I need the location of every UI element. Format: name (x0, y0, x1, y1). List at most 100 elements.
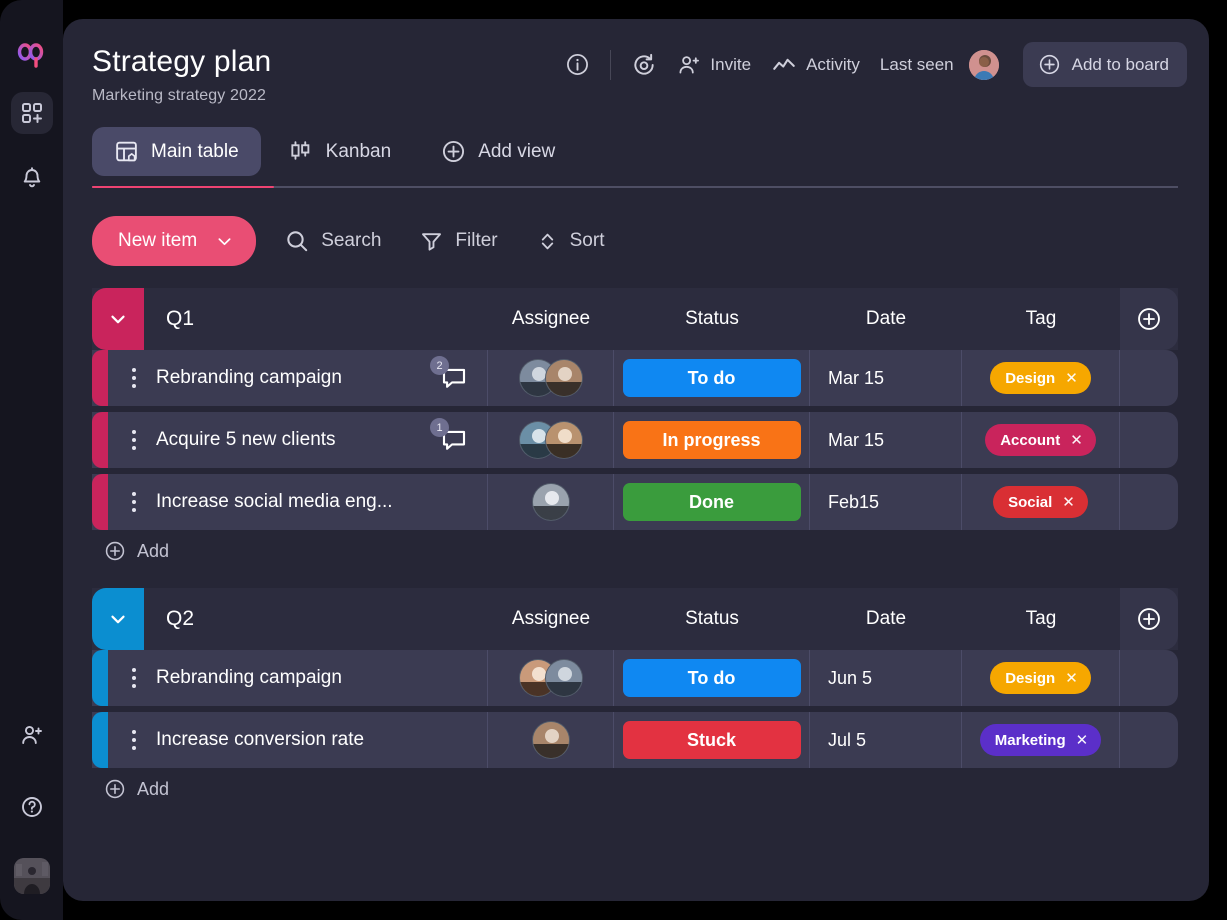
last-seen[interactable]: Last seen (870, 44, 1009, 86)
status-badge[interactable]: Done (623, 483, 801, 521)
assignee-cell[interactable] (488, 712, 614, 768)
status-cell[interactable]: In progress (614, 412, 810, 468)
status-badge[interactable]: To do (623, 359, 801, 397)
sidebar-item-help[interactable] (11, 786, 53, 828)
row-menu-icon[interactable] (126, 430, 142, 450)
row-extra-cell[interactable] (1120, 650, 1178, 706)
column-header-tag[interactable]: Tag (962, 608, 1120, 630)
activity-log-button[interactable] (621, 46, 667, 84)
avatar[interactable] (545, 421, 583, 459)
tag-badge[interactable]: Marketing ✕ (980, 724, 1101, 756)
row-menu-icon[interactable] (126, 368, 142, 388)
add-column-button[interactable] (1120, 288, 1178, 350)
date-cell[interactable]: Jul 5 (810, 712, 962, 768)
remove-tag-icon[interactable]: ✕ (1070, 431, 1083, 449)
tag-cell[interactable]: Account ✕ (962, 412, 1120, 468)
column-header-assignee[interactable]: Assignee (488, 608, 614, 630)
assignee-cell[interactable] (488, 350, 614, 406)
group-collapse-button[interactable] (92, 588, 144, 650)
table-row[interactable]: Rebranding campaign 2 To do Mar 15 (92, 350, 1178, 406)
user-avatar[interactable] (14, 858, 50, 894)
table-row[interactable]: Acquire 5 new clients 1 In progress Mar … (92, 412, 1178, 468)
column-header-date[interactable]: Date (810, 608, 962, 630)
row-extra-cell[interactable] (1120, 474, 1178, 530)
table-row[interactable]: Rebranding campaign To do Jun 5 Design ✕ (92, 650, 1178, 706)
row-name-cell[interactable]: Rebranding campaign (108, 650, 488, 706)
tag-cell[interactable]: Design ✕ (962, 650, 1120, 706)
tab-add-view[interactable]: Add view (419, 127, 577, 176)
status-cell[interactable]: To do (614, 650, 810, 706)
activity-button[interactable]: Activity (761, 46, 870, 84)
table-row[interactable]: Increase social media eng... Done Feb15 … (92, 474, 1178, 530)
column-header-tag[interactable]: Tag (962, 308, 1120, 330)
tag-cell[interactable]: Social ✕ (962, 474, 1120, 530)
group-collapse-button[interactable] (92, 288, 144, 350)
avatar[interactable] (532, 483, 570, 521)
date-cell[interactable]: Mar 15 (810, 350, 962, 406)
remove-tag-icon[interactable]: ✕ (1062, 493, 1075, 511)
row-extra-cell[interactable] (1120, 412, 1178, 468)
row-name-cell[interactable]: Increase social media eng... (108, 474, 488, 530)
assignee-cell[interactable] (488, 412, 614, 468)
column-header-status[interactable]: Status (614, 608, 810, 630)
tab-kanban[interactable]: Kanban (267, 127, 414, 176)
add-to-board-button[interactable]: Add to board (1023, 42, 1187, 87)
remove-tag-icon[interactable]: ✕ (1065, 669, 1078, 687)
row-menu-icon[interactable] (126, 668, 142, 688)
sidebar-item-invite[interactable] (11, 714, 53, 756)
sort-button[interactable]: Sort (526, 222, 615, 261)
group-title[interactable]: Q2 (144, 607, 488, 631)
tab-main-table[interactable]: Main table (92, 127, 261, 176)
group-title[interactable]: Q1 (144, 307, 488, 331)
remove-tag-icon[interactable]: ✕ (1076, 731, 1089, 749)
board-group: Q2 Assignee Status Date Tag Rebranding c… (92, 588, 1178, 800)
column-header-date[interactable]: Date (810, 308, 962, 330)
status-badge[interactable]: In progress (623, 421, 801, 459)
sidebar-item-apps[interactable] (11, 92, 53, 134)
date-cell[interactable]: Mar 15 (810, 412, 962, 468)
search-button[interactable]: Search (274, 220, 391, 262)
row-name-cell[interactable]: Acquire 5 new clients 1 (108, 412, 488, 468)
tag-badge[interactable]: Design ✕ (990, 662, 1091, 694)
row-name-cell[interactable]: Increase conversion rate (108, 712, 488, 768)
row-name-cell[interactable]: Rebranding campaign 2 (108, 350, 488, 406)
avatar[interactable] (545, 359, 583, 397)
column-header-status[interactable]: Status (614, 308, 810, 330)
comment-indicator[interactable]: 1 (439, 425, 469, 455)
tag-badge[interactable]: Social ✕ (993, 486, 1088, 518)
assignee-cell[interactable] (488, 474, 614, 530)
column-header-assignee[interactable]: Assignee (488, 308, 614, 330)
filter-button[interactable]: Filter (409, 221, 507, 262)
last-seen-avatar[interactable] (969, 50, 999, 80)
sidebar-item-notifications[interactable] (11, 156, 53, 198)
row-extra-cell[interactable] (1120, 712, 1178, 768)
new-item-button[interactable]: New item (92, 216, 256, 266)
assignee-cell[interactable] (488, 650, 614, 706)
date-cell[interactable]: Feb15 (810, 474, 962, 530)
tag-badge[interactable]: Design ✕ (990, 362, 1091, 394)
app-logo[interactable] (17, 40, 47, 70)
info-button[interactable] (555, 46, 600, 83)
tag-badge[interactable]: Account ✕ (985, 424, 1096, 456)
add-item-button[interactable]: Add (92, 540, 1178, 562)
status-cell[interactable]: To do (614, 350, 810, 406)
row-menu-icon[interactable] (126, 730, 142, 750)
avatar[interactable] (532, 721, 570, 759)
remove-tag-icon[interactable]: ✕ (1065, 369, 1078, 387)
row-menu-icon[interactable] (126, 492, 142, 512)
status-cell[interactable]: Stuck (614, 712, 810, 768)
status-badge[interactable]: Stuck (623, 721, 801, 759)
invite-button[interactable]: Invite (667, 47, 761, 83)
avatar[interactable] (545, 659, 583, 697)
add-item-button[interactable]: Add (92, 778, 1178, 800)
tag-cell[interactable]: Design ✕ (962, 350, 1120, 406)
table-row[interactable]: Increase conversion rate Stuck Jul 5 Mar… (92, 712, 1178, 768)
date-cell[interactable]: Jun 5 (810, 650, 962, 706)
status-cell[interactable]: Done (614, 474, 810, 530)
row-extra-cell[interactable] (1120, 350, 1178, 406)
status-badge[interactable]: To do (623, 659, 801, 697)
tag-cell[interactable]: Marketing ✕ (962, 712, 1120, 768)
add-column-button[interactable] (1120, 588, 1178, 650)
comment-indicator[interactable]: 2 (439, 363, 469, 393)
plus-circle-icon (1038, 53, 1061, 76)
